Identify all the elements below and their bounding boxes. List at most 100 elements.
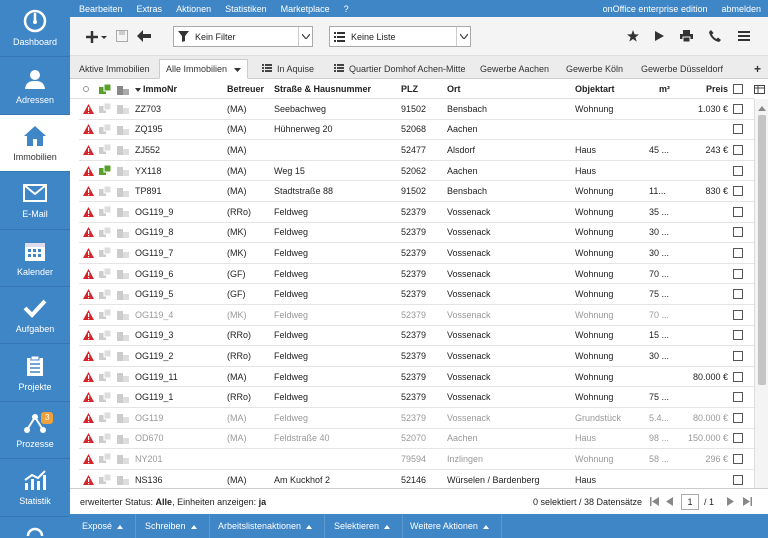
tab-alle-immobilien[interactable]: Alle Immobilien [159,59,249,79]
unit-icon[interactable] [99,449,111,469]
table-row[interactable]: NS136 (MA) Am Kuckhof 2 52146 Würselen / Bar… [79,470,754,488]
expose-button[interactable]: Exposé [70,514,137,538]
menu-marketplace[interactable]: Marketplace [274,4,337,14]
row-checkbox[interactable] [733,387,743,407]
chevron-down-icon[interactable] [234,64,242,74]
print-icon[interactable] [679,29,693,43]
logout-link[interactable]: abmelden [714,4,768,14]
building-icon[interactable] [117,181,129,201]
row-checkbox[interactable] [733,326,743,346]
cell-immonr[interactable]: OG119_1 [135,387,173,407]
select-all-checkbox[interactable] [733,79,743,99]
building-icon[interactable] [117,470,129,488]
row-checkbox[interactable] [733,408,743,428]
table-row[interactable]: OG119_3 (RRo) Feldweg 52379 Vossenack Wohnung… [79,326,754,347]
table-row[interactable]: ZJ552 (MA) 52477 Alsdorf Haus 45 ... 243 € [79,140,754,161]
col-plz-header[interactable]: PLZ [401,79,418,99]
phone-icon[interactable] [708,29,722,43]
cell-immonr[interactable]: ZQ195 [135,120,163,140]
tab-gewerbe-koeln[interactable]: Gewerbe Köln [566,59,623,79]
row-checkbox[interactable] [733,140,743,160]
row-checkbox[interactable] [733,429,743,449]
unit-icon[interactable] [99,305,111,325]
table-row[interactable]: OD670 (MA) Feldstraße 40 52070 Aachen Haus 98 … [79,429,754,450]
unit-icon[interactable] [99,140,111,160]
menu-statistiken[interactable]: Statistiken [218,4,274,14]
building-icon[interactable] [117,202,129,222]
green-unit-icon[interactable] [99,161,111,181]
building-icon[interactable] [117,326,129,346]
col-betreuer-header[interactable]: Betreuer [227,79,264,99]
sidebar-item-kalender[interactable]: Kalender [0,230,70,287]
row-checkbox[interactable] [733,284,743,304]
unit-icon[interactable] [99,429,111,449]
filter-select[interactable]: Kein Filter [173,26,313,47]
building-icon[interactable] [117,449,129,469]
page-input[interactable]: 1 [681,494,699,510]
menu-aktionen[interactable]: Aktionen [169,4,218,14]
building-icon[interactable] [117,387,129,407]
row-checkbox[interactable] [733,470,743,488]
table-row[interactable]: NY201 79594 Inzlingen Wohnung 58 ... 296 € [79,449,754,470]
menu-bearbeiten[interactable]: Bearbeiten [70,4,130,14]
building-icon[interactable] [117,264,129,284]
cell-immonr[interactable]: OG119_5 [135,284,173,304]
weitere-aktionen-button[interactable]: Weitere Aktionen [398,514,502,538]
building-icon[interactable] [117,120,129,140]
row-checkbox[interactable] [733,264,743,284]
star-icon[interactable] [626,29,640,43]
col-ort-header[interactable]: Ort [447,79,461,99]
sidebar-item-email[interactable]: E-Mail [0,172,70,230]
building-icon[interactable] [117,429,129,449]
sidebar-item-statistik[interactable]: Statistik [0,459,70,517]
row-checkbox[interactable] [733,243,743,263]
building-icon[interactable] [117,367,129,387]
cell-immonr[interactable]: TP891 [135,181,162,201]
table-row[interactable]: ZZ703 (MA) Seebachweg 91502 Bensbach Wohnung 1… [79,99,754,120]
unit-icon[interactable] [99,120,111,140]
tab-in-aquise[interactable]: In Aquise [262,59,314,79]
cell-immonr[interactable]: NY201 [135,449,163,469]
col-strasse-header[interactable]: Straße & Hausnummer [274,79,371,99]
unit-icon[interactable] [99,181,111,201]
table-row[interactable]: OG119_8 (MK) Feldweg 52379 Vossenack Wohnung 3… [79,223,754,244]
tab-quartier-domhof[interactable]: Quartier Domhof Achen-Mitte [334,59,466,79]
cell-immonr[interactable]: ZZ703 [135,99,161,119]
table-row[interactable]: ZQ195 (MA) Hühnerweg 20 52068 Aachen [79,120,754,141]
building-icon[interactable] [117,243,129,263]
building-icon[interactable] [117,140,129,160]
row-checkbox[interactable] [733,346,743,366]
row-checkbox[interactable] [733,161,743,181]
add-tab-icon[interactable]: + [754,59,761,79]
selektieren-button[interactable]: Selektieren [322,514,404,538]
sidebar-item-adressen[interactable]: Adressen [0,57,70,115]
table-row[interactable]: OG119_2 (RRo) Feldweg 52379 Vossenack Wohnung… [79,346,754,367]
unit-icon[interactable] [99,346,111,366]
sidebar-item-more[interactable] [0,517,70,538]
building-icon[interactable] [117,305,129,325]
row-checkbox[interactable] [733,223,743,243]
last-page-button[interactable] [743,497,752,508]
vertical-scrollbar[interactable] [754,99,768,488]
table-row[interactable]: OG119_6 (GF) Feldweg 52379 Vossenack Wohnung 7… [79,264,754,285]
building-icon[interactable] [117,408,129,428]
row-checkbox[interactable] [733,367,743,387]
sidebar-item-prozesse[interactable]: 3 Prozesse [0,402,70,460]
col-m2-header[interactable]: m² [659,79,670,99]
cell-immonr[interactable]: OD670 [135,429,164,449]
scrollbar-thumb[interactable] [758,115,766,385]
tab-gewerbe-duesseldorf[interactable]: Gewerbe Düsseldorf [641,59,723,79]
menu-extras[interactable]: Extras [130,4,170,14]
sidebar-item-aufgaben[interactable]: Aufgaben [0,287,70,345]
table-settings-icon[interactable] [754,79,765,99]
cell-immonr[interactable]: OG119_4 [135,305,173,325]
table-row[interactable]: OG119 (MA) Feldweg 52379 Vossenack Grundstück… [79,408,754,429]
unit-icon[interactable] [99,284,111,304]
cell-immonr[interactable]: OG119_11 [135,367,178,387]
unit-icon[interactable] [99,367,111,387]
tab-gewerbe-aachen[interactable]: Gewerbe Aachen [480,59,549,79]
building-icon[interactable] [117,99,129,119]
table-row[interactable]: OG119_4 (MK) Feldweg 52379 Vossenack Wohnung 7… [79,305,754,326]
sidebar-item-dashboard[interactable]: Dashboard [0,0,70,58]
unit-icon[interactable] [99,264,111,284]
